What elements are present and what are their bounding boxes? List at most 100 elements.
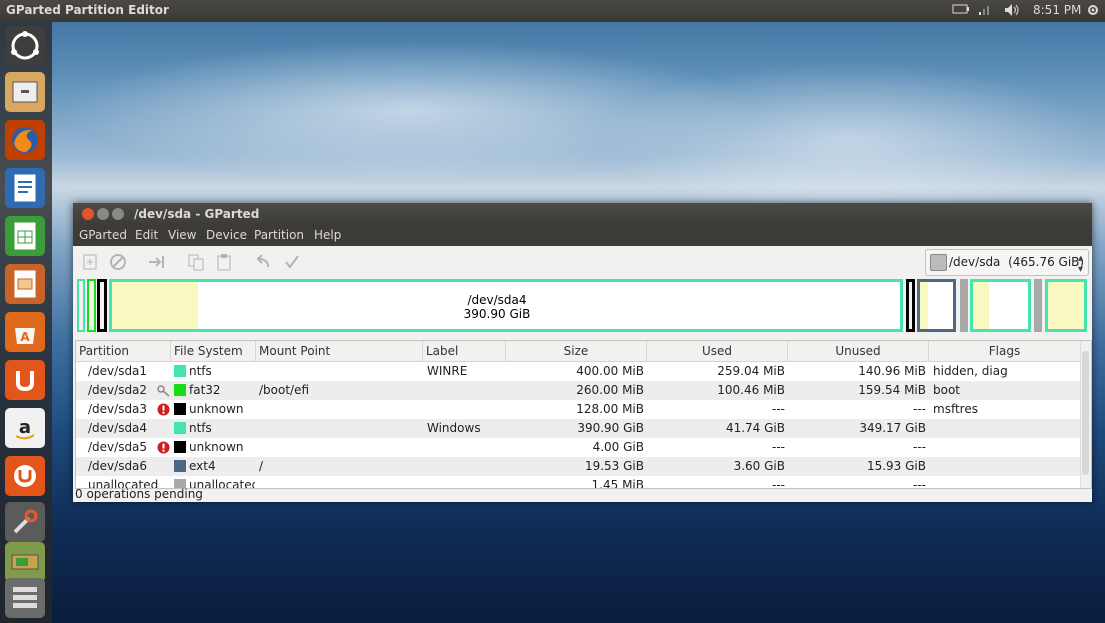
menubar: GParted Edit View Device Partition Help (73, 226, 1092, 246)
cell-size: 390.90 GiB (577, 421, 644, 435)
software-center-icon[interactable]: A (5, 312, 45, 352)
cell-label (427, 400, 505, 419)
map-partition[interactable] (1045, 279, 1087, 332)
cell-partition: /dev/sda4 (88, 421, 148, 435)
calc-icon[interactable] (5, 216, 45, 256)
maximize-icon[interactable] (112, 208, 124, 220)
clock[interactable]: 8:51 PM (1033, 3, 1081, 17)
menu-device[interactable]: Device (206, 228, 247, 242)
cell-unused: 349.17 GiB (859, 421, 926, 435)
table-row[interactable]: /dev/sda1 ntfs WINRE 400.00 MiB 259.04 MiB 14… (76, 362, 1081, 381)
cell-label: Windows (427, 421, 481, 435)
table-row[interactable]: unallocated unallocated 1.45 MiB --- --- (76, 476, 1081, 489)
menu-help[interactable]: Help (314, 228, 341, 242)
col-size[interactable]: Size (506, 341, 647, 361)
cell-used: 259.04 MiB (717, 364, 785, 378)
top-panel: GParted Partition Editor 8:51 PM (0, 0, 1105, 22)
device-selector[interactable]: /dev/sda (465.76 GiB) ▴ ▾ (925, 249, 1089, 276)
files-icon[interactable] (5, 72, 45, 112)
menu-view[interactable]: View (168, 228, 196, 242)
table-scrollbar[interactable] (1080, 341, 1091, 488)
cell-flags (933, 419, 1078, 438)
filesystem-color-swatch (174, 403, 186, 415)
cell-partition: /dev/sda5 (88, 440, 148, 454)
col-mountpoint[interactable]: Mount Point (256, 341, 423, 361)
svg-text:a: a (19, 417, 31, 438)
system-settings-icon[interactable] (5, 502, 45, 542)
map-sda6[interactable] (917, 279, 956, 332)
table-row[interactable]: /dev/sda4 ntfs Windows 390.90 GiB 41.74 GiB 3… (76, 419, 1081, 438)
cell-mountpoint (259, 476, 419, 488)
paste-icon[interactable] (215, 253, 233, 271)
table-row[interactable]: /dev/sda3 unknown 128.00 MiB --- --- msftres (76, 400, 1081, 419)
menu-gparted[interactable]: GParted (79, 228, 127, 242)
cell-filesystem: ext4 (189, 459, 216, 473)
amazon-icon[interactable]: a (5, 408, 45, 448)
impress-icon[interactable] (5, 264, 45, 304)
map-sda1[interactable] (77, 279, 85, 332)
ubuntu-one-music-icon[interactable] (5, 456, 45, 496)
speaker-icon[interactable] (1004, 3, 1022, 20)
cell-flags (933, 457, 1078, 476)
cell-filesystem: fat32 (189, 383, 221, 397)
delete-icon[interactable] (109, 253, 127, 271)
map-sda2[interactable] (87, 279, 96, 332)
cell-size: 19.53 GiB (584, 459, 644, 473)
writer-icon[interactable] (5, 168, 45, 208)
scrollbar-thumb[interactable] (1082, 351, 1089, 475)
table-row[interactable]: /dev/sda6 ext4 / 19.53 GiB 3.60 GiB 15.93 GiB (76, 457, 1081, 476)
new-partition-icon[interactable] (81, 253, 99, 271)
cell-used: --- (772, 440, 785, 454)
cell-filesystem: unknown (189, 402, 244, 416)
cell-flags: hidden, diag (933, 364, 1008, 378)
cell-filesystem: ntfs (189, 364, 212, 378)
window-title: /dev/sda - GParted (134, 207, 260, 221)
cell-unused: --- (913, 440, 926, 454)
col-filesystem[interactable]: File System (171, 341, 256, 361)
workspaces-icon[interactable] (5, 578, 45, 618)
gear-icon[interactable] (1086, 3, 1100, 20)
partition-map: /dev/sda4 390.90 GiB (77, 279, 1089, 336)
menu-partition[interactable]: Partition (254, 228, 304, 242)
copy-icon[interactable] (187, 253, 205, 271)
battery-icon[interactable] (952, 3, 970, 18)
cell-mountpoint (259, 438, 419, 457)
apply-icon[interactable] (283, 253, 301, 271)
gparted-icon[interactable] (5, 542, 45, 582)
map-partition[interactable] (970, 279, 1031, 332)
filesystem-color-swatch (174, 460, 186, 472)
firefox-icon[interactable] (5, 120, 45, 160)
cell-flags: msftres (933, 402, 978, 416)
gparted-window: /dev/sda - GParted GParted Edit View Dev… (73, 203, 1092, 502)
map-unallocated[interactable] (1034, 279, 1042, 332)
table-row[interactable]: /dev/sda5 unknown 4.00 GiB --- --- (76, 438, 1081, 457)
map-unallocated[interactable] (960, 279, 968, 332)
cell-flags (933, 476, 1078, 488)
cell-used: --- (772, 478, 785, 489)
svg-text:A: A (20, 330, 30, 344)
cell-partition: /dev/sda2 (88, 383, 148, 397)
undo-icon[interactable] (253, 253, 271, 271)
signal-icon[interactable] (977, 3, 993, 20)
cell-mountpoint (259, 419, 419, 438)
cell-partition: /dev/sda6 (88, 459, 148, 473)
ubuntu-one-icon[interactable] (5, 360, 45, 400)
map-sda5[interactable] (906, 279, 915, 332)
col-partition[interactable]: Partition (76, 341, 171, 361)
col-used[interactable]: Used (647, 341, 788, 361)
resize-move-icon[interactable] (147, 253, 165, 271)
close-icon[interactable] (82, 208, 94, 220)
window-titlebar[interactable]: /dev/sda - GParted (73, 203, 1092, 226)
col-label[interactable]: Label (423, 341, 506, 361)
col-unused[interactable]: Unused (788, 341, 929, 361)
col-flags[interactable]: Flags (929, 341, 1081, 361)
chevron-updown-icon: ▴ ▾ (1077, 253, 1083, 275)
ubuntu-dash-icon[interactable] (5, 26, 45, 66)
cell-unused: 140.96 MiB (858, 364, 926, 378)
menu-edit[interactable]: Edit (135, 228, 158, 242)
harddisk-icon (930, 254, 947, 271)
table-header: Partition File System Mount Point Label … (76, 341, 1081, 362)
map-sda3[interactable] (97, 279, 107, 332)
table-row[interactable]: /dev/sda2 fat32/boot/efi 260.00 MiB 100.46 … (76, 381, 1081, 400)
minimize-icon[interactable] (97, 208, 109, 220)
